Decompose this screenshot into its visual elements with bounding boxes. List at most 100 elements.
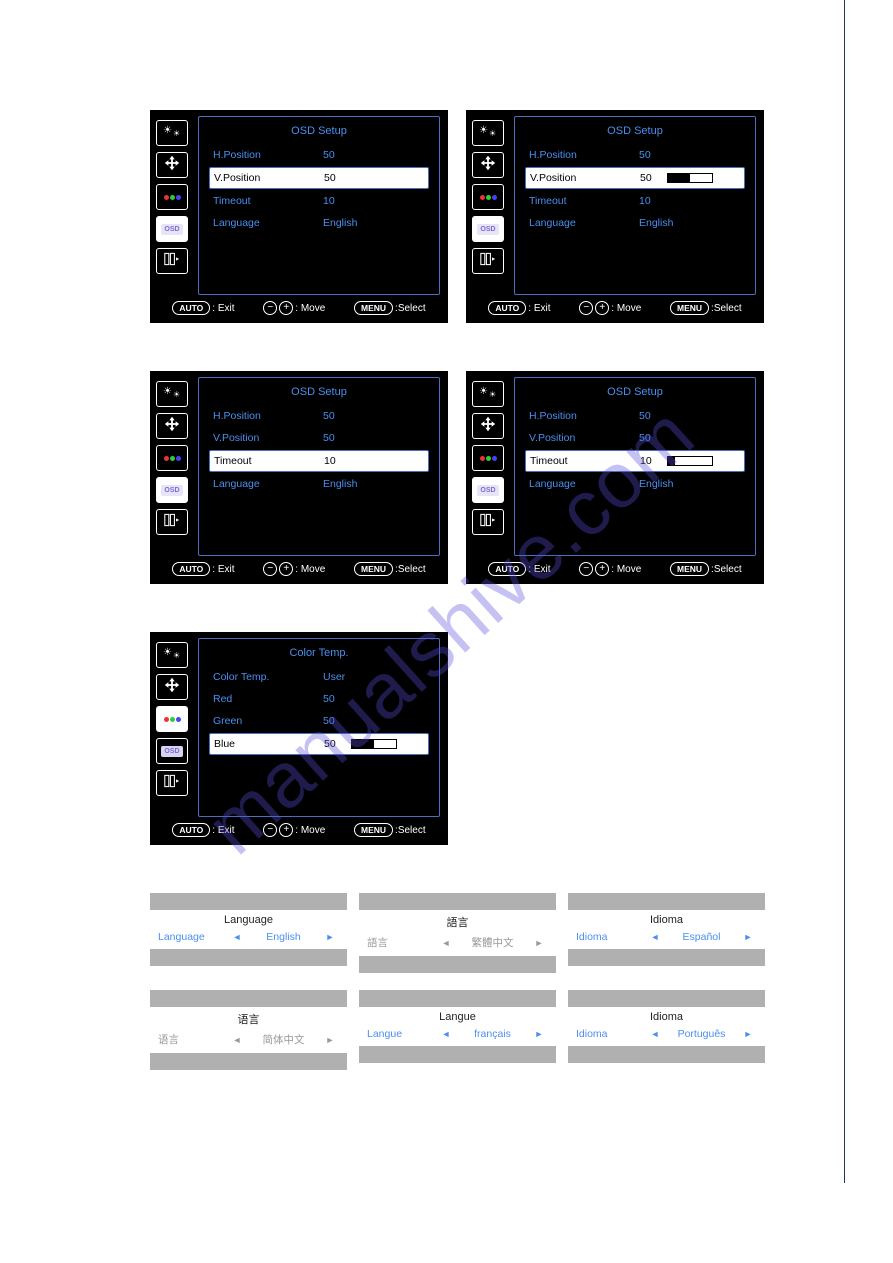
footer-move: −+: Move	[579, 301, 641, 315]
osd-tab-osd[interactable]: OSD	[156, 477, 188, 503]
menu-button-icon[interactable]: MENU	[354, 823, 393, 837]
lang-selector-row[interactable]: Idioma◄Português►	[568, 1025, 765, 1046]
auto-button-icon[interactable]: AUTO	[172, 823, 210, 837]
arrow-left-icon[interactable]: ◄	[228, 1035, 246, 1045]
menu-button-icon[interactable]: MENU	[354, 562, 393, 576]
menu-row-timeout[interactable]: Timeout10	[209, 450, 429, 472]
menu-button-icon[interactable]: MENU	[354, 301, 393, 315]
osd-tab-extra[interactable]	[472, 248, 504, 274]
osd-tab-brightness[interactable]	[156, 381, 188, 407]
brightness-icon	[163, 127, 181, 139]
auto-button-icon[interactable]: AUTO	[488, 562, 526, 576]
menu-row-language[interactable]: LanguageEnglish	[525, 474, 745, 494]
plus-button-icon[interactable]: +	[595, 562, 609, 576]
value-slider[interactable]	[667, 173, 713, 183]
value-slider[interactable]	[351, 739, 397, 749]
osd-tab-rgb[interactable]	[472, 184, 504, 210]
osd-tab-osd[interactable]: OSD	[472, 216, 504, 242]
osd-tab-extra[interactable]	[156, 248, 188, 274]
arrow-right-icon[interactable]: ►	[321, 932, 339, 942]
menu-row-language[interactable]: LanguageEnglish	[525, 213, 745, 233]
menu-row-language[interactable]: LanguageEnglish	[209, 213, 429, 233]
arrow-left-icon[interactable]: ◄	[228, 932, 246, 942]
osd-title: OSD Setup	[525, 386, 745, 398]
osd-tab-rgb[interactable]	[156, 445, 188, 471]
osd-tab-osd[interactable]: OSD	[156, 738, 188, 764]
arrow-left-icon[interactable]: ◄	[437, 1029, 455, 1039]
osd-tab-arrows[interactable]	[156, 152, 188, 178]
menu-row-vposition[interactable]: V.Position50	[209, 167, 429, 189]
menu-row-vposition[interactable]: V.Position50	[525, 428, 745, 448]
menu-row-vposition[interactable]: V.Position50	[209, 428, 429, 448]
menu-row-hposition[interactable]: H.Position50	[209, 406, 429, 426]
osd-tab-brightness[interactable]	[472, 120, 504, 146]
osd-tab-arrows[interactable]	[156, 674, 188, 700]
minus-button-icon[interactable]: −	[263, 562, 277, 576]
lang-label: 語言	[367, 935, 437, 950]
auto-button-icon[interactable]: AUTO	[488, 301, 526, 315]
menu-row-timeout[interactable]: Timeout10	[525, 450, 745, 472]
move-arrows-icon	[163, 154, 181, 177]
menu-row-language[interactable]: LanguageEnglish	[209, 474, 429, 494]
footer-move: −+: Move	[579, 562, 641, 576]
osd-tab-rgb[interactable]	[156, 706, 188, 732]
menu-row-red[interactable]: Red50	[209, 689, 429, 709]
arrow-left-icon[interactable]: ◄	[646, 1029, 664, 1039]
rgb-icon	[164, 717, 181, 722]
menu-row-hposition[interactable]: H.Position50	[209, 145, 429, 165]
arrow-right-icon[interactable]: ►	[739, 1029, 757, 1039]
arrow-right-icon[interactable]: ►	[739, 932, 757, 942]
arrow-right-icon[interactable]: ►	[321, 1035, 339, 1045]
menu-row-hposition[interactable]: H.Position50	[525, 145, 745, 165]
menu-row-blue[interactable]: Blue50	[209, 733, 429, 755]
osd-title: Color Temp.	[209, 647, 429, 659]
minus-button-icon[interactable]: −	[579, 562, 593, 576]
osd-tab-arrows[interactable]	[156, 413, 188, 439]
lang-selector-row[interactable]: 語言◄繁體中文►	[359, 932, 556, 956]
osd-tab-extra[interactable]	[156, 509, 188, 535]
lang-selector-row[interactable]: Langue◄français►	[359, 1025, 556, 1046]
arrow-right-icon[interactable]: ►	[530, 1029, 548, 1039]
lang-selector-row[interactable]: Idioma◄Español►	[568, 928, 765, 949]
lang-selector-row[interactable]: 语言◄简体中文►	[150, 1029, 347, 1053]
menu-button-icon[interactable]: MENU	[670, 562, 709, 576]
osd-tab-extra[interactable]	[156, 770, 188, 796]
arrow-right-icon[interactable]: ►	[530, 938, 548, 948]
move-label: : Move	[611, 303, 641, 314]
plus-button-icon[interactable]: +	[279, 562, 293, 576]
osd-tab-arrows[interactable]	[472, 413, 504, 439]
menu-row-timeout[interactable]: Timeout10	[209, 191, 429, 211]
osd-main-panel: OSD SetupH.Position50V.Position50Timeout…	[198, 116, 440, 295]
auto-button-icon[interactable]: AUTO	[172, 562, 210, 576]
arrow-left-icon[interactable]: ◄	[646, 932, 664, 942]
plus-button-icon[interactable]: +	[279, 823, 293, 837]
osd-tab-rgb[interactable]	[472, 445, 504, 471]
menu-row-hposition[interactable]: H.Position50	[525, 406, 745, 426]
minus-button-icon[interactable]: −	[579, 301, 593, 315]
plus-button-icon[interactable]: +	[595, 301, 609, 315]
osd-tab-brightness[interactable]	[156, 120, 188, 146]
osd-tab-osd[interactable]: OSD	[156, 216, 188, 242]
osd-tab-brightness[interactable]	[156, 642, 188, 668]
lang-label: Idioma	[576, 931, 646, 943]
menu-row-colortemp[interactable]: Color Temp.User	[209, 667, 429, 687]
menu-row-timeout[interactable]: Timeout10	[525, 191, 745, 211]
plus-button-icon[interactable]: +	[279, 301, 293, 315]
menu-button-icon[interactable]: MENU	[670, 301, 709, 315]
osd-tab-brightness[interactable]	[472, 381, 504, 407]
menu-row-green[interactable]: Green50	[209, 711, 429, 731]
value-slider[interactable]	[667, 456, 713, 466]
minus-button-icon[interactable]: −	[263, 301, 277, 315]
menu-row-vposition[interactable]: V.Position50	[525, 167, 745, 189]
auto-button-icon[interactable]: AUTO	[172, 301, 210, 315]
osd-tab-rgb[interactable]	[156, 184, 188, 210]
osd-tab-arrows[interactable]	[472, 152, 504, 178]
osd-tab-extra[interactable]	[472, 509, 504, 535]
osd-tab-osd[interactable]: OSD	[472, 477, 504, 503]
menu-label: Language	[213, 478, 323, 490]
lang-selector-row[interactable]: Language◄English►	[150, 928, 347, 949]
lang-value: 简体中文	[246, 1032, 321, 1047]
extra-icon	[480, 513, 496, 532]
arrow-left-icon[interactable]: ◄	[437, 938, 455, 948]
minus-button-icon[interactable]: −	[263, 823, 277, 837]
